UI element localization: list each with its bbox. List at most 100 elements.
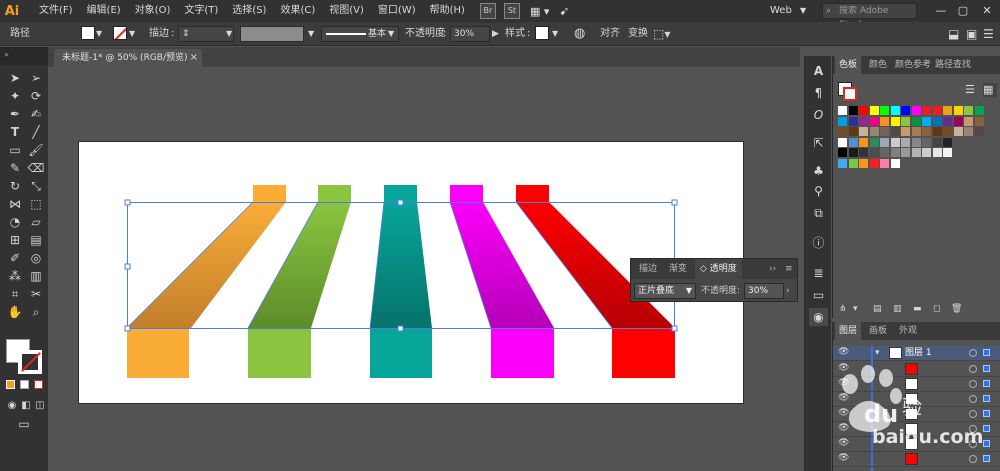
visibility-icon[interactable]: 👁	[838, 393, 849, 403]
color-swatch[interactable]	[922, 106, 931, 115]
color-swatch[interactable]	[848, 127, 858, 136]
color-swatch[interactable]	[911, 106, 921, 115]
minimize-button[interactable]: —	[930, 0, 952, 22]
color-swatch[interactable]	[922, 127, 931, 136]
list-view-icon[interactable]: ☰	[965, 83, 979, 97]
target-icon[interactable]	[969, 395, 977, 403]
target-icon[interactable]	[969, 455, 977, 463]
color-swatch[interactable]	[859, 106, 868, 115]
blend-mode-dropdown[interactable]: 正片叠底 ▼	[634, 283, 696, 299]
selection-tool-icon[interactable]: ➤	[5, 69, 25, 87]
menu-select[interactable]: 选择(S)	[225, 0, 273, 22]
color-mode-button[interactable]	[6, 380, 15, 389]
color-swatch[interactable]	[922, 137, 931, 147]
shaper-tool-icon[interactable]: ✎	[5, 159, 25, 177]
sublayer-row[interactable]: 👁	[833, 362, 1000, 377]
color-swatch[interactable]	[911, 148, 921, 157]
stock-button[interactable]: St	[503, 3, 520, 19]
tab-artboards[interactable]: 画板	[869, 322, 887, 340]
color-swatch[interactable]	[943, 116, 952, 126]
menu-view[interactable]: 视图(V)	[322, 0, 371, 22]
chevron-down-icon[interactable]: ▼	[226, 22, 232, 46]
red-bottom-block[interactable]	[612, 328, 675, 378]
magenta-top-block[interactable]	[450, 185, 483, 202]
close-icon[interactable]: ×	[190, 49, 198, 67]
chevron-right-icon[interactable]: ▶	[492, 22, 499, 46]
visibility-icon[interactable]: 👁	[838, 363, 849, 373]
chevron-down-icon[interactable]: ▼	[129, 22, 135, 46]
selection-indicator[interactable]	[983, 440, 990, 447]
visibility-icon[interactable]: 👁	[838, 453, 849, 463]
selection-indicator[interactable]	[983, 380, 990, 387]
color-swatch[interactable]	[964, 116, 973, 126]
tab-stroke[interactable]: 描边	[639, 259, 657, 279]
free-transform-tool-icon[interactable]: ⬚	[26, 195, 46, 213]
color-swatch[interactable]	[974, 116, 984, 126]
color-swatch[interactable]	[890, 158, 900, 168]
color-swatch[interactable]	[838, 158, 847, 168]
green-bottom-block[interactable]	[248, 328, 311, 378]
color-swatch[interactable]	[974, 106, 984, 115]
color-swatch[interactable]	[848, 158, 858, 168]
selection-indicator[interactable]	[983, 425, 990, 432]
target-icon[interactable]	[969, 380, 977, 388]
chevron-down-icon[interactable]: ▼	[96, 22, 102, 46]
color-swatch[interactable]	[838, 106, 847, 115]
tab-color[interactable]: 颜色	[869, 56, 887, 74]
teal-diagonal-band[interactable]	[370, 202, 432, 328]
color-swatch[interactable]	[880, 137, 889, 147]
selection-indicator[interactable]	[983, 395, 990, 402]
arrange-icon[interactable]: ⬓	[948, 22, 959, 46]
teal-bottom-block[interactable]	[370, 328, 432, 378]
color-swatch[interactable]	[838, 148, 847, 157]
panel-opacity-field[interactable]: 30%	[744, 283, 784, 299]
menu-effect[interactable]: 效果(C)	[273, 0, 322, 22]
align-button[interactable]: 对齐	[600, 22, 620, 46]
color-swatch[interactable]	[880, 127, 889, 136]
color-swatch[interactable]	[859, 158, 868, 168]
orange-bottom-block[interactable]	[127, 328, 189, 378]
color-swatch[interactable]	[880, 106, 889, 115]
stroke-color-button[interactable]	[113, 26, 127, 40]
collapse-icon[interactable]: »	[4, 50, 9, 59]
color-swatch[interactable]	[911, 137, 921, 147]
bridge-button[interactable]: Br	[479, 3, 496, 19]
perspective-grid-tool-icon[interactable]: ▱	[26, 213, 46, 231]
color-swatch[interactable]	[953, 116, 963, 126]
green-top-block[interactable]	[318, 185, 351, 202]
pen-tool-icon[interactable]: ✒	[5, 105, 25, 123]
sublayer-row[interactable]: 👁	[833, 377, 1000, 392]
appearance-panel-icon[interactable]: ◉	[809, 308, 828, 326]
sublayer-row[interactable]: 👁	[833, 452, 1000, 467]
visibility-icon[interactable]: 👁	[838, 347, 849, 357]
none-mode-button[interactable]	[34, 380, 43, 389]
orange-top-block[interactable]	[253, 185, 286, 202]
artboard-tool-icon[interactable]: ⌗	[5, 285, 25, 303]
align-panel-icon[interactable]: ≣	[809, 264, 828, 282]
color-swatch[interactable]	[859, 148, 868, 157]
color-swatch[interactable]	[880, 116, 889, 126]
color-swatch[interactable]	[932, 137, 942, 147]
color-swatch[interactable]	[869, 148, 879, 157]
maximize-button[interactable]: ▢	[952, 0, 974, 22]
eyedropper-tool-icon[interactable]: ✐	[5, 249, 25, 267]
color-swatch[interactable]	[943, 148, 952, 157]
column-graph-tool-icon[interactable]: ▥	[26, 267, 46, 285]
color-swatch[interactable]	[943, 106, 952, 115]
gradient-mode-button[interactable]	[20, 380, 29, 389]
color-swatch[interactable]	[932, 127, 942, 136]
isolate-group-icon[interactable]: ⬚▾	[653, 22, 670, 46]
chevron-down-icon[interactable]: ▾	[853, 304, 858, 314]
chevron-down-icon[interactable]: ▼	[800, 0, 806, 22]
symbol-sprayer-tool-icon[interactable]: ⁂	[5, 267, 25, 285]
selection-indicator[interactable]	[983, 410, 990, 417]
color-swatch[interactable]	[848, 106, 858, 115]
menu-file[interactable]: 文件(F)	[32, 0, 80, 22]
zoom-tool-icon[interactable]: ⌕	[26, 303, 46, 321]
gradient-tool-icon[interactable]: ▤	[26, 231, 46, 249]
color-swatch[interactable]	[838, 127, 847, 136]
stepper-icon[interactable]: ⇕	[182, 29, 190, 39]
color-swatch[interactable]	[890, 106, 900, 115]
eraser-tool-icon[interactable]: ⌫	[26, 159, 46, 177]
color-swatch[interactable]	[838, 116, 847, 126]
